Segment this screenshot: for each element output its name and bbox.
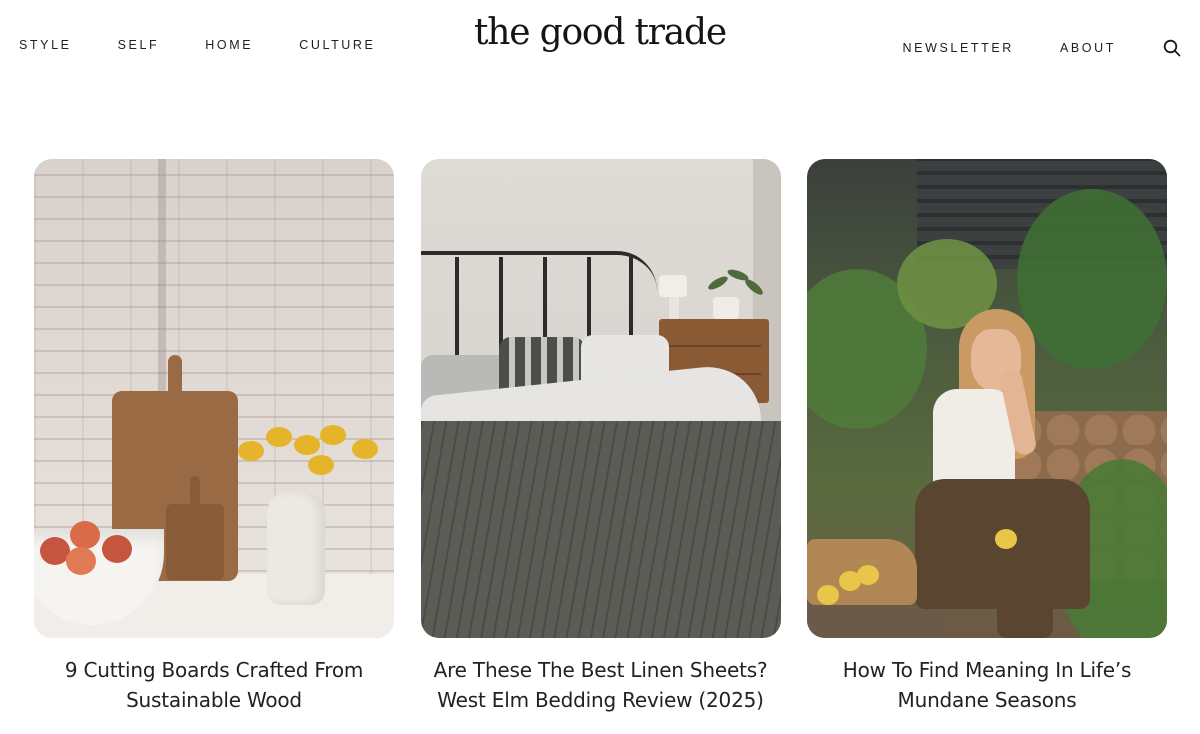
- article-title-line: Are These The Best Linen Sheets?: [433, 658, 768, 682]
- article-title-line: 9 Cutting Boards Crafted From: [64, 658, 364, 682]
- nav-link-newsletter[interactable]: NEWSLETTER: [903, 41, 1014, 55]
- nav-link-about[interactable]: ABOUT: [1060, 41, 1116, 55]
- site-header: STYLE SELF HOME CULTURE the good trade N…: [0, 0, 1200, 90]
- secondary-nav: NEWSLETTER ABOUT: [857, 38, 1183, 58]
- article-image-cutting-boards[interactable]: [34, 159, 394, 638]
- lemon: [817, 585, 839, 605]
- article-grid: 9 Cutting Boards Crafted From Sustainabl…: [34, 159, 1167, 715]
- article-title-line: Sustainable Wood: [126, 688, 302, 712]
- search-button[interactable]: [1162, 38, 1182, 58]
- peach: [102, 535, 132, 563]
- article-title[interactable]: How To Find Meaning In Life’s Mundane Se…: [807, 655, 1167, 715]
- article-image-mundane-seasons[interactable]: [807, 159, 1167, 638]
- table-lamp: [658, 275, 687, 297]
- peach: [70, 521, 100, 549]
- headboard-bar: [454, 257, 459, 367]
- article-card-linen-sheets[interactable]: Are These The Best Linen Sheets? West El…: [420, 159, 781, 715]
- white-tank-top: [933, 389, 1015, 489]
- article-title[interactable]: 9 Cutting Boards Crafted From Sustainabl…: [34, 655, 394, 715]
- article-title-line: West Elm Bedding Review (2025): [437, 688, 764, 712]
- article-title[interactable]: Are These The Best Linen Sheets? West El…: [421, 655, 781, 715]
- article-card-cutting-boards[interactable]: 9 Cutting Boards Crafted From Sustainabl…: [34, 159, 394, 715]
- peach: [66, 547, 96, 575]
- plant-pot: [712, 297, 739, 319]
- foliage: [1017, 189, 1167, 369]
- search-icon: [1163, 39, 1181, 57]
- table-lamp-base: [668, 297, 679, 321]
- olive-trousers-leg: [997, 539, 1053, 638]
- yellow-flowers: [230, 421, 380, 501]
- lemon: [995, 529, 1017, 549]
- olive-quilt: [420, 421, 781, 638]
- article-image-linen-sheets[interactable]: [420, 159, 781, 638]
- article-title-line: How To Find Meaning In Life’s: [842, 658, 1132, 682]
- lemon: [857, 565, 879, 585]
- cutting-board-small: [166, 504, 224, 580]
- plant-leaf: [705, 274, 730, 292]
- article-title-line: Mundane Seasons: [897, 688, 1077, 712]
- ceramic-vase: [267, 491, 325, 605]
- article-card-mundane-seasons[interactable]: How To Find Meaning In Life’s Mundane Se…: [807, 159, 1167, 715]
